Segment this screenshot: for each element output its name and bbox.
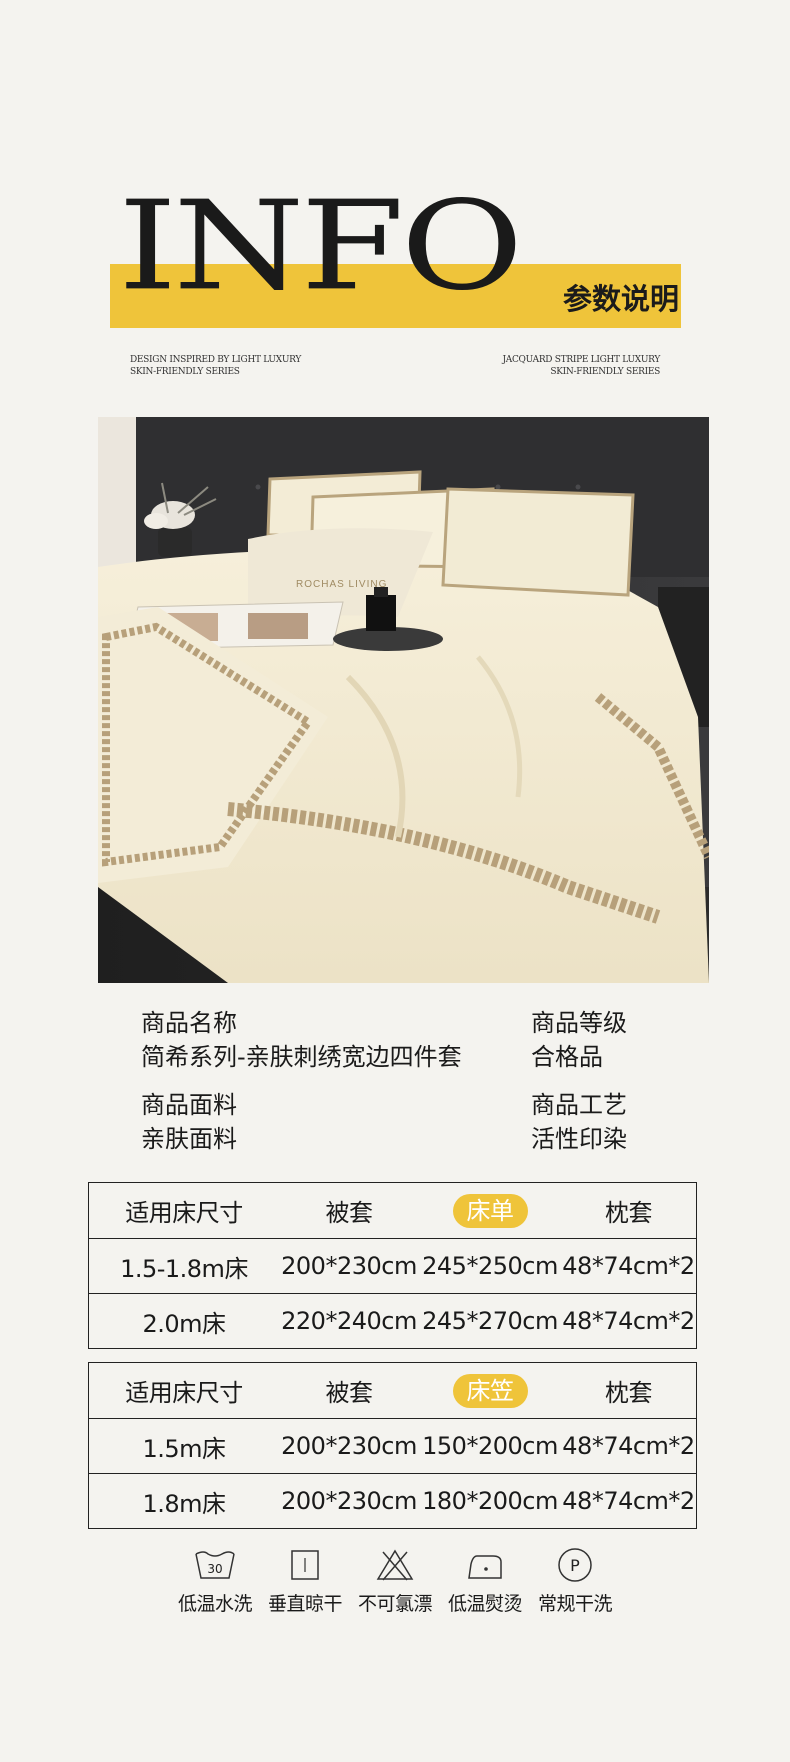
table-cell: 48*74cm*2 [562,1432,695,1460]
header-duvet: 被套 [325,1379,374,1407]
svg-text:P: P [570,1556,580,1575]
table-cell: 180*200cm [422,1487,558,1515]
care-item: 不可氯漂 [350,1545,440,1616]
fabric-label: 商品面料 [141,1091,237,1119]
product-name-value: 简希系列-亲肤刺绣宽边四件套 [141,1043,462,1071]
tagline-right: JACQUARD STRIPE LIGHT LUXURY SKIN-FRIEND… [502,355,660,377]
table-cell: 245*250cm [422,1252,558,1280]
cushion-text: ROCHAS LIVING [296,579,387,590]
care-item: 低温熨烫 [440,1545,530,1616]
size-table-fitted: 适用床尺寸 被套 床笠 枕套 1.5m床 200*230cm 150*200cm… [88,1362,697,1529]
size-table-sheet: 适用床尺寸 被套 床单 枕套 1.5-1.8m床 200*230cm 245*2… [88,1182,697,1349]
info-craft: 商品工艺 活性印染 [531,1088,627,1156]
table-header-row: 适用床尺寸 被套 床单 枕套 [89,1183,696,1238]
table-header-row: 适用床尺寸 被套 床笠 枕套 [89,1363,696,1418]
product-photo: ROCHAS LIVING [98,417,709,983]
header-bed-size: 适用床尺寸 [125,1379,243,1407]
header-bed-size: 适用床尺寸 [125,1199,243,1227]
care-label: 低温熨烫 [447,1593,523,1615]
table-cell: 1.5-1.8m床 [120,1254,248,1283]
header-pillowcase: 枕套 [605,1379,653,1407]
care-item: 垂直晾干 [260,1545,350,1616]
care-instructions: 30 低温水洗 垂直晾干 不可氯漂 低温熨烫 P 常规干洗 [170,1545,620,1616]
svg-text:30: 30 [207,1562,222,1576]
grade-label: 商品等级 [531,1009,627,1037]
table-cell: 200*230cm [281,1432,417,1460]
dry-clean-p-icon: P [558,1548,592,1582]
table-cell: 1.5m床 [142,1434,226,1463]
care-item: 30 低温水洗 [170,1545,260,1616]
hero-header: INFO 参数说明 DESIGN INSPIRED BY LIGHT LUXUR… [0,0,790,400]
info-fabric: 商品面料 亲肤面料 [141,1088,237,1156]
table-cell: 1.8m床 [142,1489,226,1518]
hero-title: INFO [118,175,524,318]
care-label: 不可氯漂 [357,1593,433,1615]
table-row: 1.5m床 200*230cm 150*200cm 48*74cm*2 [89,1418,696,1473]
table-row: 1.5-1.8m床 200*230cm 245*250cm 48*74cm*2 [89,1238,696,1293]
table-row: 1.8m床 200*230cm 180*200cm 48*74cm*2 [89,1473,696,1528]
table-row: 2.0m床 220*240cm 245*270cm 48*74cm*2 [89,1293,696,1348]
table-cell: 200*230cm [281,1252,417,1280]
craft-label: 商品工艺 [531,1091,627,1119]
table-cell: 245*270cm [422,1307,558,1335]
header-fitted-pill: 床笠 [452,1373,528,1408]
table-cell: 48*74cm*2 [562,1252,695,1280]
hang-dry-icon [291,1550,319,1580]
table-cell: 48*74cm*2 [562,1307,695,1335]
no-bleach-icon [376,1549,414,1581]
header-pillowcase: 枕套 [605,1199,653,1227]
header-sheet-pill: 床单 [452,1193,528,1228]
table-cell: 48*74cm*2 [562,1487,695,1515]
low-iron-icon [468,1555,502,1579]
grade-value: 合格品 [531,1043,603,1071]
info-grade: 商品等级 合格品 [531,1006,627,1074]
hero-subtitle: 参数说明 [562,282,679,316]
table-cell: 2.0m床 [142,1309,226,1338]
table-cell: 220*240cm [281,1307,417,1335]
care-item: P 常规干洗 [530,1545,620,1616]
craft-value: 活性印染 [531,1125,627,1153]
info-product-name: 商品名称 简希系列-亲肤刺绣宽边四件套 [141,1006,462,1074]
fabric-value: 亲肤面料 [141,1125,237,1153]
wash-30-icon: 30 [195,1551,235,1579]
table-cell: 150*200cm [422,1432,558,1460]
care-label: 垂直晾干 [267,1593,343,1615]
care-label: 低温水洗 [177,1593,253,1615]
product-name-label: 商品名称 [141,1009,237,1037]
tagline-left: DESIGN INSPIRED BY LIGHT LUXURY SKIN-FRI… [130,355,301,377]
care-label: 常规干洗 [537,1593,613,1615]
table-cell: 200*230cm [281,1487,417,1515]
header-duvet: 被套 [325,1199,374,1227]
